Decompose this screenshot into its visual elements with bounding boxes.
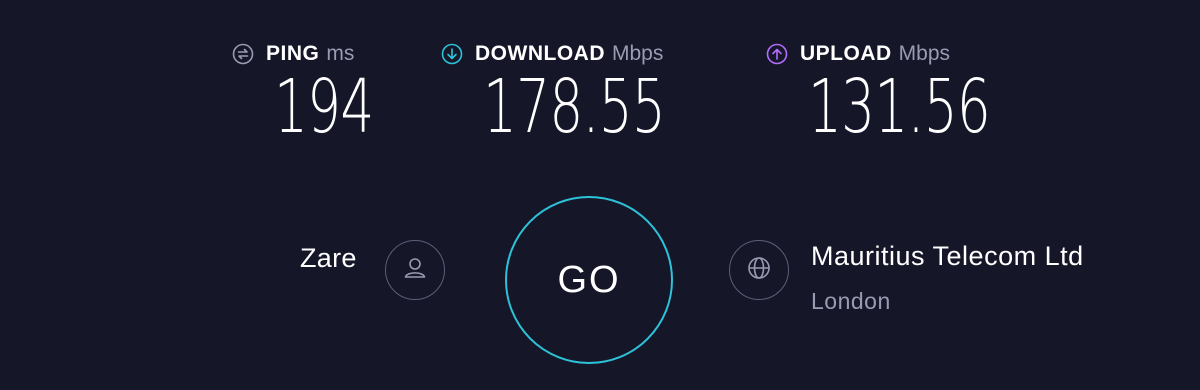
upload-unit: Mbps bbox=[898, 42, 951, 65]
upload-label: UPLOAD bbox=[800, 42, 892, 65]
isp-name: Mauritius Telecom Ltd bbox=[811, 241, 1084, 271]
ping-metric: PING ms 194 bbox=[232, 40, 374, 144]
user-name: Zare bbox=[300, 243, 357, 273]
globe-icon bbox=[745, 254, 773, 287]
download-metric: DOWNLOAD Mbps 178.55 bbox=[441, 40, 666, 144]
upload-value: 131.56 bbox=[808, 64, 991, 150]
download-label: DOWNLOAD bbox=[475, 42, 605, 65]
download-value: 178.55 bbox=[483, 64, 666, 150]
server-location[interactable]: London bbox=[811, 288, 891, 315]
user-icon bbox=[401, 254, 429, 287]
user-button[interactable] bbox=[385, 240, 445, 300]
ping-icon bbox=[232, 43, 254, 65]
ping-value: 194 bbox=[274, 64, 374, 150]
speedtest-panel: PING ms 194 DOWNLOAD Mbps 178.55 UPLOAD … bbox=[0, 0, 1200, 390]
upload-arrow-icon bbox=[766, 43, 788, 65]
go-label: GO bbox=[557, 258, 621, 301]
isp-button[interactable] bbox=[729, 240, 789, 300]
download-unit: Mbps bbox=[611, 42, 664, 65]
go-button[interactable]: GO bbox=[505, 196, 673, 364]
download-arrow-icon bbox=[441, 43, 463, 65]
ping-label: PING bbox=[266, 42, 320, 65]
ping-unit: ms bbox=[326, 42, 355, 65]
upload-metric: UPLOAD Mbps 131.56 bbox=[766, 40, 991, 144]
